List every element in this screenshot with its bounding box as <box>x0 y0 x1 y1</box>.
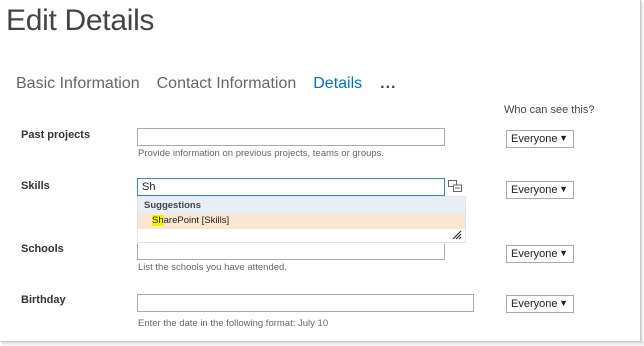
skills-visibility-value: Everyone <box>511 184 558 196</box>
tab-bar: Basic Information Contact Information De… <box>16 75 396 93</box>
birthday-input[interactable] <box>137 294 474 312</box>
past-projects-hint: Provide information on previous projects… <box>138 148 385 159</box>
skills-visibility-select[interactable]: Everyone ▼ <box>506 181 574 199</box>
past-projects-label: Past projects <box>21 129 91 141</box>
skills-input[interactable]: Sh <box>137 178 445 196</box>
schools-visibility-select[interactable]: Everyone ▼ <box>506 245 574 263</box>
suggestion-text: arePoint <box>163 215 200 226</box>
past-projects-visibility-select[interactable]: Everyone ▼ <box>506 130 574 148</box>
frame-shadow-bottom <box>2 342 644 346</box>
address-book-icon[interactable] <box>448 180 462 192</box>
suggestion-match-highlight: Sh <box>152 215 164 226</box>
dropdown-arrow-icon: ▼ <box>559 298 568 308</box>
tab-details[interactable]: Details <box>313 75 362 93</box>
birthday-visibility-select[interactable]: Everyone ▼ <box>506 295 574 313</box>
suggestions-header: Suggestions <box>138 197 465 214</box>
tab-contact-information[interactable]: Contact Information <box>157 75 297 93</box>
visibility-header: Who can see this? <box>504 104 595 116</box>
dropdown-arrow-icon: ▼ <box>559 184 568 194</box>
schools-input[interactable] <box>137 243 445 260</box>
schools-hint: List the schools you have attended. <box>138 262 287 273</box>
tab-more-button[interactable]: ... <box>380 75 396 93</box>
dropdown-arrow-icon: ▼ <box>559 248 568 258</box>
dropdown-arrow-icon: ▼ <box>559 133 568 143</box>
schools-visibility-value: Everyone <box>511 248 558 260</box>
resize-grip-icon[interactable] <box>452 230 462 240</box>
skills-label: Skills <box>21 180 50 192</box>
dialog-frame <box>0 0 641 342</box>
suggestions-dropdown: Suggestions SharePoint [Skills] <box>137 196 466 243</box>
page-title: Edit Details <box>6 4 155 37</box>
schools-label: Schools <box>21 243 64 255</box>
past-projects-input[interactable] <box>137 128 445 146</box>
birthday-label: Birthday <box>21 294 66 306</box>
birthday-hint: Enter the date in the following format: … <box>138 318 329 329</box>
suggestion-tag: [Skills] <box>201 215 230 226</box>
past-projects-visibility-value: Everyone <box>511 133 558 145</box>
birthday-visibility-value: Everyone <box>511 298 558 310</box>
tab-basic-information[interactable]: Basic Information <box>16 75 140 93</box>
suggestion-item[interactable]: SharePoint [Skills] <box>138 214 465 229</box>
